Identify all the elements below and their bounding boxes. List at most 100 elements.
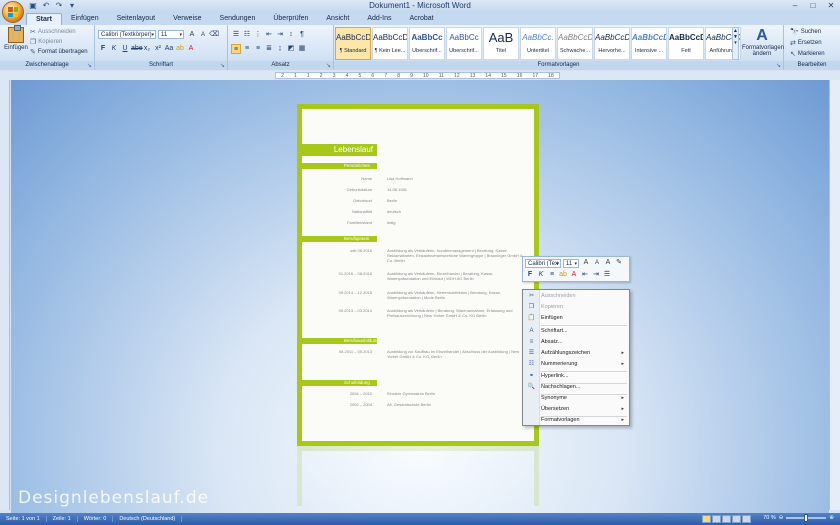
align-left-icon[interactable]: ≡	[231, 44, 241, 54]
minimize-icon[interactable]: –	[790, 1, 800, 10]
font-size-select[interactable]: 11 ▾	[158, 30, 184, 39]
draft-icon[interactable]	[742, 515, 751, 523]
bullets-icon[interactable]: ☰	[602, 270, 612, 280]
style-heading-1[interactable]: AaBbCc Überschrif...	[409, 27, 445, 60]
menu-item-paste[interactable]: 📋 Einfügen	[523, 313, 629, 324]
sort-icon[interactable]: ↕	[286, 30, 296, 40]
tab-references[interactable]: Verweise	[164, 13, 210, 25]
shading-icon[interactable]: ◩	[286, 44, 296, 54]
decrease-indent-icon[interactable]: ⇤	[580, 270, 590, 280]
menu-item-paragraph[interactable]: ≡ Absatz...	[523, 337, 629, 348]
italic-icon[interactable]: K	[109, 44, 119, 54]
close-icon[interactable]: ✕	[826, 1, 836, 10]
full-screen-icon[interactable]	[712, 515, 721, 523]
style-subtitle[interactable]: AaBbCc. Untertitel	[520, 27, 556, 60]
shrink-font-icon[interactable]: A	[592, 258, 602, 268]
menu-item-styles[interactable]: Formatvorlagen ▸	[523, 415, 629, 426]
zoom-slider[interactable]	[786, 514, 827, 522]
styles-scroll[interactable]: ▲ ▼ ▾	[732, 27, 739, 60]
format-painter-icon[interactable]: ✎	[614, 258, 624, 268]
highlight-icon[interactable]: ab	[558, 270, 568, 280]
subscript-icon[interactable]: x₂	[142, 44, 152, 54]
menu-item-font[interactable]: A Schriftart...	[523, 326, 629, 337]
tab-insert[interactable]: Einfügen	[62, 13, 108, 25]
style-emphasis[interactable]: AaBbCcDcHervorhe...	[594, 27, 630, 60]
web-layout-icon[interactable]	[722, 515, 731, 523]
vertical-ruler[interactable]	[0, 80, 10, 510]
styles-icon[interactable]: A	[603, 258, 613, 268]
horizontal-ruler[interactable]: 21 12 34 56 78 9 10 11 12 13 14 15 16 17 18	[275, 72, 560, 79]
save-icon[interactable]: ▣	[28, 1, 38, 11]
menu-item-synonyms[interactable]: Synonyme ▸	[523, 393, 629, 404]
menu-item-hyperlink[interactable]: ⚭ Hyperlink...	[523, 371, 629, 382]
increase-indent-icon[interactable]: ⇥	[591, 270, 601, 280]
font-color-icon[interactable]: A	[186, 44, 196, 54]
zoom-in-icon[interactable]: ⊕	[829, 515, 834, 521]
undo-icon[interactable]: ↶	[41, 1, 51, 11]
select-button[interactable]: ↖ Markieren	[790, 50, 825, 58]
redo-icon[interactable]: ↷	[54, 1, 64, 11]
paste-button[interactable]: Einfügen	[4, 25, 28, 51]
change-styles-button[interactable]: A Formatvorlagen ändern	[742, 27, 784, 57]
menu-item-copy[interactable]: ❐ Kopieren	[523, 302, 629, 313]
multilevel-list-icon[interactable]: ⋮	[253, 30, 263, 40]
tab-view[interactable]: Ansicht	[317, 13, 358, 25]
format-painter-button[interactable]: ✎ Format übertragen	[30, 48, 88, 56]
style-subtle-emphasis[interactable]: AaBbCcDcSchwache...	[557, 27, 593, 60]
bullets-icon[interactable]: ☰	[231, 30, 241, 40]
underline-icon[interactable]: U	[120, 44, 130, 54]
align-right-icon[interactable]: ≡	[253, 44, 263, 54]
justify-icon[interactable]: ≣	[264, 44, 274, 54]
change-case-icon[interactable]: Aa	[164, 44, 174, 54]
highlight-icon[interactable]: ab	[175, 44, 185, 54]
dialog-launcher-icon[interactable]: ↘	[220, 62, 225, 69]
status-line[interactable]: Zeile: 1	[47, 516, 78, 522]
style-title[interactable]: AaB Titel	[483, 27, 519, 60]
vertical-scrollbar[interactable]	[829, 80, 840, 510]
mini-font-select[interactable]: Calibri (Tex ▾	[525, 259, 561, 268]
print-layout-icon[interactable]	[702, 515, 711, 523]
tab-start[interactable]: Start	[26, 13, 62, 25]
style-heading-2[interactable]: AaBbCc Überschrif...	[446, 27, 482, 60]
shrink-font-icon[interactable]: A	[198, 30, 208, 40]
tab-review[interactable]: Überprüfen	[264, 13, 317, 25]
style-intense-emphasis[interactable]: AaBbCcDcIntensive ...	[631, 27, 667, 60]
font-color-icon[interactable]: A	[569, 270, 579, 280]
tab-acrobat[interactable]: Acrobat	[400, 13, 442, 25]
bold-icon[interactable]: F	[525, 270, 535, 280]
status-words[interactable]: Wörter: 0	[78, 516, 114, 522]
decrease-indent-icon[interactable]: ⇤	[264, 30, 274, 40]
borders-icon[interactable]: ▦	[297, 44, 307, 54]
menu-item-cut[interactable]: ✂ Ausschneiden	[523, 291, 629, 302]
style-standard[interactable]: AaBbCcDc¶ Standard	[335, 27, 371, 60]
increase-indent-icon[interactable]: ⇥	[275, 30, 285, 40]
style-strong[interactable]: AaBbCcDcFett	[668, 27, 704, 60]
clear-format-icon[interactable]: ⌫	[209, 30, 219, 40]
dialog-launcher-icon[interactable]: ↘	[326, 62, 331, 69]
align-center-icon[interactable]: ≡	[242, 44, 252, 54]
replace-button[interactable]: ⇄ Ersetzen	[790, 39, 822, 47]
superscript-icon[interactable]: x²	[153, 44, 163, 54]
dialog-launcher-icon[interactable]: ↘	[776, 62, 781, 69]
maximize-icon[interactable]: □	[808, 1, 818, 10]
menu-item-bullets[interactable]: ☰ Aufzählungszeichen ▸	[523, 348, 629, 359]
show-marks-icon[interactable]: ¶	[297, 30, 307, 40]
office-button[interactable]	[2, 1, 24, 23]
document-workspace[interactable]: Lebenslauf Persönliches Name Lisa Hoffma…	[11, 80, 829, 513]
italic-icon[interactable]: K	[536, 270, 546, 280]
grow-font-icon[interactable]: A	[187, 30, 197, 40]
zoom-level[interactable]: 70 %	[763, 515, 776, 521]
status-page[interactable]: Seite: 1 von 1	[0, 516, 47, 522]
outline-icon[interactable]	[732, 515, 741, 523]
bold-icon[interactable]: F	[98, 44, 108, 54]
menu-item-translate[interactable]: Übersetzen ▸	[523, 404, 629, 415]
customize-qat-icon[interactable]: ▾	[67, 1, 77, 11]
font-name-select[interactable]: Calibri (Textkörper) ▾	[98, 30, 156, 39]
zoom-out-icon[interactable]: ⊖	[779, 515, 784, 521]
center-icon[interactable]: ≡	[547, 270, 557, 280]
tab-mailings[interactable]: Sendungen	[211, 13, 265, 25]
dialog-launcher-icon[interactable]: ↘	[87, 62, 92, 69]
status-language[interactable]: Deutsch (Deutschland)	[113, 516, 183, 522]
tab-page-layout[interactable]: Seitenlayout	[108, 13, 165, 25]
zoom-slider-knob[interactable]	[804, 514, 809, 522]
